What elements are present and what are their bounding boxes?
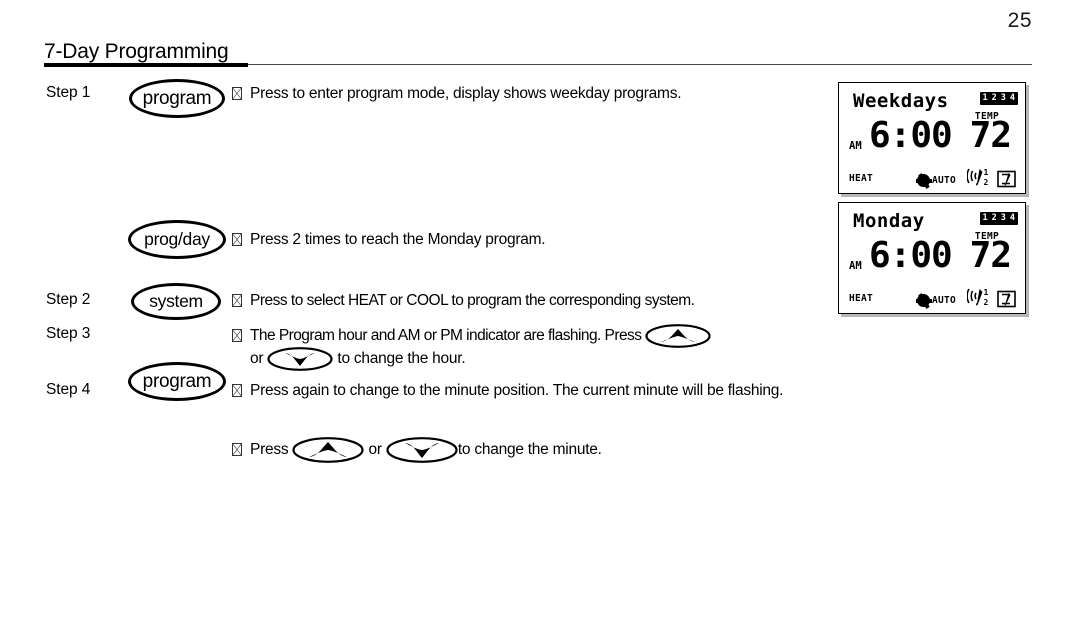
temperature-readout: 72 <box>969 115 1012 156</box>
sensor-indicators: 1 2 <box>967 286 1017 308</box>
step-3-label: Step 3 <box>46 325 91 342</box>
step-4-label: Step 4 <box>46 381 91 398</box>
button-label: prog/day <box>144 229 210 249</box>
svg-text:2: 2 <box>984 298 989 307</box>
arrow-up-oval-icon[interactable] <box>645 324 711 348</box>
day-number-2: 2 <box>991 212 997 223</box>
arrow-down-oval-icon[interactable] <box>267 347 333 371</box>
press-word: Press <box>250 441 289 459</box>
step-2-instruction: Press to select HEAT or COOL to program … <box>250 292 695 309</box>
step-3-text-line1: The Program hour and AM or PM indicator … <box>232 324 711 348</box>
svg-text:1: 1 <box>984 288 989 297</box>
day-number-bar: 1 2 3 4 <box>979 92 1018 105</box>
fan-blob-icon <box>917 294 930 307</box>
remote-sensor-icon <box>997 290 1016 308</box>
program-button-step4[interactable]: program <box>128 362 226 401</box>
day-number-1: 1 <box>982 212 988 223</box>
fan-mode-label: AUTO <box>932 295 957 306</box>
system-button[interactable]: system <box>131 283 221 320</box>
button-label: program <box>142 87 212 109</box>
fan-status: AUTO <box>917 294 956 307</box>
page-title: 7-Day Programming <box>44 40 229 63</box>
weekdays-display: Weekdays 1 2 3 4 TEMP AM 6:00 72 HEAT AU… <box>838 82 1026 194</box>
fan-blob-icon <box>917 174 930 187</box>
tofu-box-icon <box>232 443 242 457</box>
time-readout: 6:00 <box>869 115 953 156</box>
step-2-text: Press to select HEAT or COOL to program … <box>232 290 695 312</box>
sensor-indicators: 1 2 <box>967 166 1017 188</box>
day-number-4: 4 <box>1009 92 1015 103</box>
step-1-label: Step 1 <box>46 84 91 101</box>
page-number: 25 <box>1007 9 1032 32</box>
day-number-2: 2 <box>991 92 997 103</box>
button-label: system <box>149 291 203 311</box>
program-button-step1[interactable]: program <box>129 79 225 118</box>
svg-text:1: 1 <box>984 168 989 177</box>
arrow-up-oval-icon[interactable] <box>292 437 365 463</box>
temperature-readout: 72 <box>969 235 1012 276</box>
antenna-signal-icon: 1 2 <box>967 168 989 187</box>
tofu-box-icon <box>232 87 242 100</box>
step-1-text: Press to enter program mode, display sho… <box>232 83 682 105</box>
prog-day-button[interactable]: prog/day <box>128 220 226 259</box>
tofu-box-icon <box>232 233 242 246</box>
tofu-box-icon <box>232 294 242 307</box>
day-number-3: 3 <box>1000 212 1006 223</box>
section-header: 7-Day Programming <box>44 40 1032 67</box>
step-1-instruction: Press to enter program mode, display sho… <box>250 85 682 102</box>
monday-display: Monday 1 2 3 4 TEMP AM 6:00 72 HEAT AUTO… <box>838 202 1026 314</box>
header-rule-thick <box>44 63 248 67</box>
mode-indicator: HEAT <box>849 293 874 304</box>
prog-day-instruction: Press 2 times to reach the Monday progra… <box>250 231 546 248</box>
step-3-tail: to change the hour. <box>337 350 466 368</box>
day-number-1: 1 <box>982 92 988 103</box>
antenna-signal-icon: 1 2 <box>967 288 989 307</box>
step-3-text-line2: or to change the hour. <box>250 347 466 371</box>
button-label: program <box>142 370 212 392</box>
step-3-or: or <box>250 350 264 368</box>
step-3-instruction: The Program hour and AM or PM indicator … <box>250 327 642 345</box>
ampm-indicator: AM <box>849 140 862 152</box>
fan-status: AUTO <box>917 174 956 187</box>
tofu-box-icon <box>232 384 242 397</box>
step-2-label: Step 2 <box>46 291 91 308</box>
remote-sensor-icon <box>997 170 1016 188</box>
final-bullet-text: Press or to change the minute. <box>232 437 602 463</box>
step-4-text: Press again to change to the minute posi… <box>232 380 792 402</box>
arrow-down-oval-icon[interactable] <box>386 437 458 463</box>
display-day-label: Weekdays <box>853 90 949 112</box>
final-or: or <box>368 441 383 459</box>
final-tail: to change the minute. <box>457 441 602 459</box>
time-readout: 6:00 <box>869 235 953 276</box>
step-4-instruction: Press again to change to the minute posi… <box>250 382 784 399</box>
day-number-bar: 1 2 3 4 <box>979 212 1018 225</box>
mode-indicator: HEAT <box>849 173 874 184</box>
day-number-4: 4 <box>1009 212 1015 223</box>
tofu-box-icon <box>232 329 242 343</box>
display-day-label: Monday <box>853 210 925 232</box>
prog-day-text: Press 2 times to reach the Monday progra… <box>232 229 546 251</box>
ampm-indicator: AM <box>849 260 862 272</box>
fan-mode-label: AUTO <box>932 175 957 186</box>
day-number-3: 3 <box>1000 92 1006 103</box>
svg-text:2: 2 <box>984 178 989 187</box>
